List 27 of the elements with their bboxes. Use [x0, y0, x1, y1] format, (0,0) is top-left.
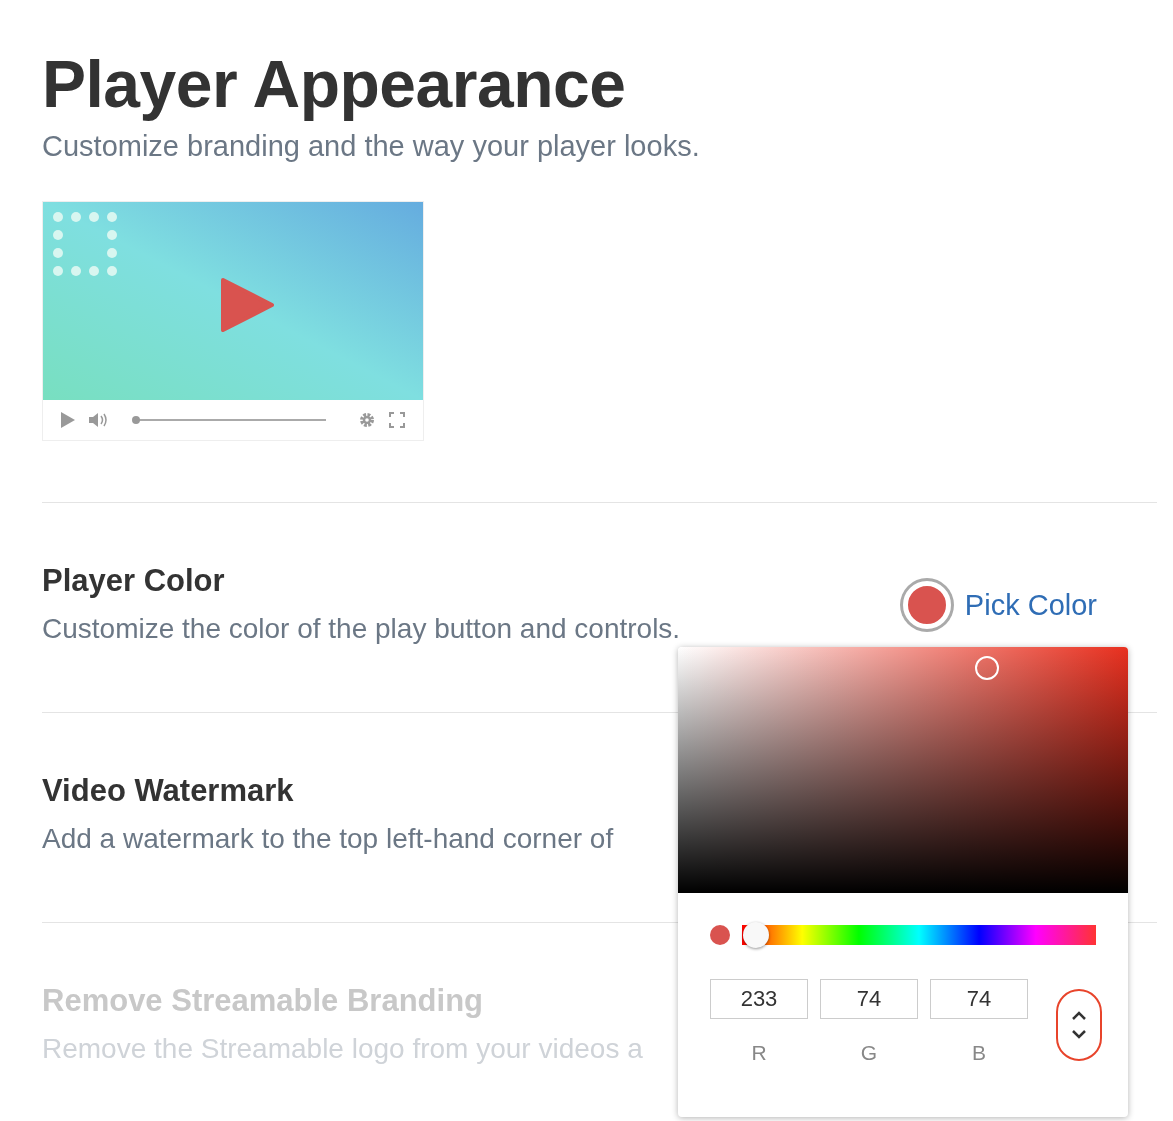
progress-bar[interactable] [131, 415, 327, 425]
progress-handle[interactable] [132, 416, 140, 424]
fullscreen-icon[interactable] [389, 412, 405, 428]
picker-handle[interactable] [975, 656, 999, 680]
channel-label: G [860, 1041, 878, 1065]
volume-icon[interactable] [89, 412, 109, 428]
mode-toggle-button[interactable] [1056, 989, 1102, 1061]
channel-label: B [972, 1041, 986, 1065]
page-subtitle: Customize branding and the way your player looks. [42, 130, 701, 163]
section-title: Video Watermark [42, 773, 295, 809]
section-description: Add a watermark to the top left-hand corner of [42, 823, 614, 855]
hue-slider[interactable] [742, 925, 1096, 945]
color-preview-dot [710, 925, 730, 945]
channel-input[interactable]: 74 [820, 979, 918, 1019]
color-swatch [902, 581, 951, 629]
saturation-picker[interactable] [678, 647, 1128, 893]
page-title: Player Appearance [42, 46, 627, 123]
settings-icon[interactable] [359, 412, 375, 428]
pick-color-button[interactable]: Pick Color [902, 581, 1097, 629]
up-down-chevron-icon [1071, 1010, 1087, 1040]
slider-thumb[interactable] [743, 922, 770, 948]
section-description: Customize the color of the play button and controls. [42, 613, 681, 645]
channel-input[interactable]: 233 [710, 979, 808, 1019]
channel-input[interactable]: 74 [930, 979, 1028, 1019]
play-icon[interactable] [61, 412, 75, 428]
section-title: Player Color [42, 563, 226, 599]
channel-label: R [751, 1041, 767, 1065]
